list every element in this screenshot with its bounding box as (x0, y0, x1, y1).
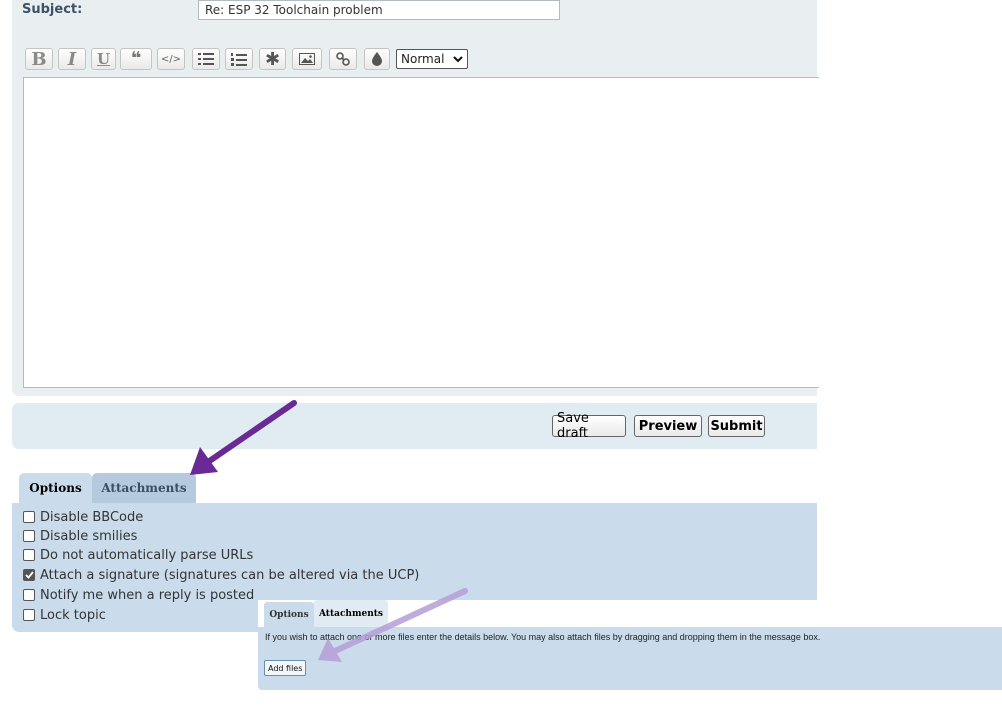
bold-button[interactable]: B (25, 48, 53, 70)
quote-button[interactable]: ❝ (120, 48, 152, 70)
link-icon (336, 52, 350, 66)
option-label: Notify me when a reply is posted (40, 587, 255, 603)
option-disable-url-parsing[interactable]: Do not automatically parse URLs (23, 546, 253, 564)
numbered-list-icon (231, 52, 247, 66)
font-size-value: Normal (401, 52, 445, 66)
underline-button[interactable]: U (91, 48, 116, 70)
preview-button[interactable]: Preview (634, 415, 702, 437)
option-notify-reply[interactable]: Notify me when a reply is posted (23, 586, 254, 604)
checkbox[interactable] (23, 530, 35, 542)
inset-help-text: If you wish to attach one or more files … (265, 632, 821, 642)
underline-icon: U (96, 50, 111, 68)
option-disable-bbcode[interactable]: Disable BBCode (23, 508, 143, 526)
numbered-list-button[interactable] (225, 48, 253, 70)
option-label: Disable BBCode (40, 509, 144, 525)
code-icon: </> (160, 53, 182, 65)
option-disable-smilies[interactable]: Disable smilies (23, 527, 137, 545)
image-icon (299, 53, 315, 65)
list-icon (198, 53, 214, 65)
italic-button[interactable]: I (58, 48, 86, 70)
submit-button[interactable]: Submit (708, 415, 765, 437)
tab-options[interactable]: Options (19, 473, 92, 503)
check-icon (24, 571, 34, 579)
option-label: Attach a signature (signatures can be al… (40, 567, 420, 583)
checkbox-checked[interactable] (23, 569, 35, 581)
tab-attachments[interactable]: Attachments (92, 473, 196, 503)
option-attach-signature[interactable]: Attach a signature (signatures can be al… (23, 566, 419, 584)
checkbox[interactable] (23, 609, 35, 621)
option-label: Do not automatically parse URLs (40, 547, 254, 563)
add-files-button[interactable]: Add files (264, 660, 307, 676)
inset-tab-options[interactable]: Options (264, 602, 314, 627)
color-button[interactable] (364, 48, 390, 70)
droplet-icon (372, 52, 382, 66)
italic-icon: I (67, 48, 77, 70)
option-label: Disable smilies (40, 528, 138, 544)
save-draft-button[interactable]: Save draft (552, 411, 626, 441)
list-item-button[interactable]: ✱ (259, 48, 286, 70)
subject-input[interactable]: Re: ESP 32 Toolchain problem (198, 0, 560, 20)
option-label: Lock topic (40, 607, 106, 623)
code-button[interactable]: </> (157, 48, 185, 70)
quote-icon: ❝ (130, 48, 142, 69)
subject-label: Subject: (22, 2, 83, 17)
bold-icon: B (31, 48, 47, 70)
chevron-down-icon (453, 55, 463, 62)
asterisk-icon: ✱ (264, 48, 281, 70)
link-button[interactable] (329, 48, 357, 70)
font-size-select[interactable]: Normal (396, 49, 468, 69)
image-button[interactable] (292, 48, 322, 70)
option-lock-topic[interactable]: Lock topic (23, 606, 106, 624)
checkbox[interactable] (23, 589, 35, 601)
checkbox[interactable] (23, 511, 35, 523)
list-button[interactable] (192, 48, 220, 70)
checkbox[interactable] (23, 549, 35, 561)
message-textarea[interactable] (23, 77, 819, 388)
inset-tab-attachments[interactable]: Attachments (314, 600, 388, 627)
